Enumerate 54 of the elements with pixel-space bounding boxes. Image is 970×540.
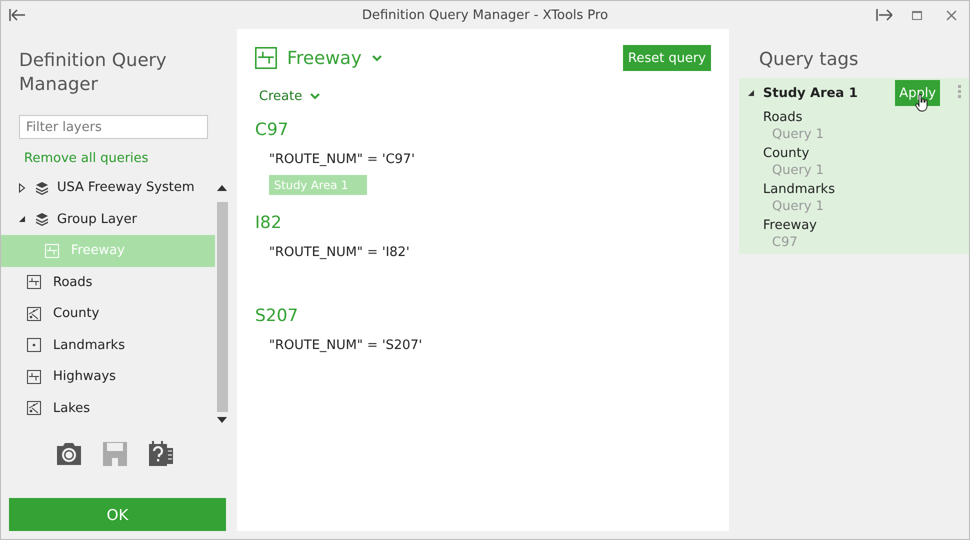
- panel-title: Query tags: [759, 49, 860, 70]
- remove-all-link[interactable]: Remove all queries: [24, 151, 148, 166]
- scroll-up-icon[interactable]: [217, 184, 227, 192]
- layer-dropdown[interactable]: Freeway: [255, 47, 382, 69]
- query-name: I82: [255, 213, 282, 233]
- query-expression: "ROUTE_NUM" = 'C97': [269, 152, 415, 167]
- reset-query-button[interactable]: Reset query: [623, 45, 711, 71]
- point-layer-icon: [27, 338, 41, 352]
- line-layer-icon: [27, 275, 41, 290]
- create-dropdown[interactable]: Create: [259, 89, 320, 104]
- query-expression: "ROUTE_NUM" = 'S207': [269, 338, 422, 353]
- filter-field[interactable]: Filter layers: [19, 115, 208, 139]
- layer-item[interactable]: USA Freeway System: [1, 172, 215, 204]
- panel-title: Definition Query Manager: [19, 49, 168, 97]
- expanded-icon[interactable]: [18, 215, 26, 224]
- layer-item[interactable]: Highways: [1, 361, 215, 392]
- tag-name: Study Area 1: [763, 86, 859, 100]
- maximize-icon[interactable]: [912, 10, 922, 20]
- layer-item[interactable]: Lakes: [1, 392, 215, 424]
- chevron-down-icon: [310, 93, 320, 100]
- tag-layer-name: Roads: [763, 110, 804, 125]
- camera-icon[interactable]: [55, 440, 83, 468]
- help-notes-icon[interactable]: [147, 440, 175, 468]
- tag-layer-name: Landmarks: [763, 182, 836, 197]
- tag-query-name: Query 1: [771, 163, 825, 178]
- layers-icon: [35, 212, 49, 226]
- tag-query-name: Query 1: [771, 199, 825, 214]
- layer-item[interactable]: Group Layer: [1, 204, 215, 235]
- window-title: Definition Query Manager - XTools Pro: [362, 8, 608, 22]
- layer-item[interactable]: Roads: [1, 266, 215, 298]
- ok-button[interactable]: OK: [9, 498, 226, 531]
- polygon-layer-icon: [27, 401, 41, 416]
- polygon-layer-icon: [27, 306, 41, 321]
- tag-query-name: Query 1: [771, 127, 825, 142]
- tag-layer-name: County: [763, 146, 810, 161]
- line-layer-icon: [255, 47, 277, 69]
- tag-query-name: C97: [771, 235, 799, 250]
- line-layer-icon: [45, 244, 59, 258]
- scroll-down-icon[interactable]: [217, 416, 227, 424]
- close-icon[interactable]: [946, 10, 957, 20]
- collapse-icon[interactable]: [9, 9, 27, 21]
- chevron-down-icon: [372, 54, 382, 62]
- expanded-icon[interactable]: [747, 89, 755, 97]
- layer-item[interactable]: Landmarks: [1, 330, 215, 361]
- line-layer-icon: [27, 370, 41, 384]
- query-expression: "ROUTE_NUM" = 'I82': [269, 245, 410, 260]
- collapsed-icon[interactable]: [18, 182, 26, 193]
- query-name: S207: [255, 306, 298, 326]
- query-name: C97: [255, 120, 289, 140]
- layer-item[interactable]: County: [1, 298, 215, 330]
- layers-icon: [35, 180, 49, 195]
- expand-icon[interactable]: [876, 9, 894, 21]
- scrollbar-thumb[interactable]: [216, 202, 228, 412]
- tag-layer-name: Freeway: [763, 218, 818, 233]
